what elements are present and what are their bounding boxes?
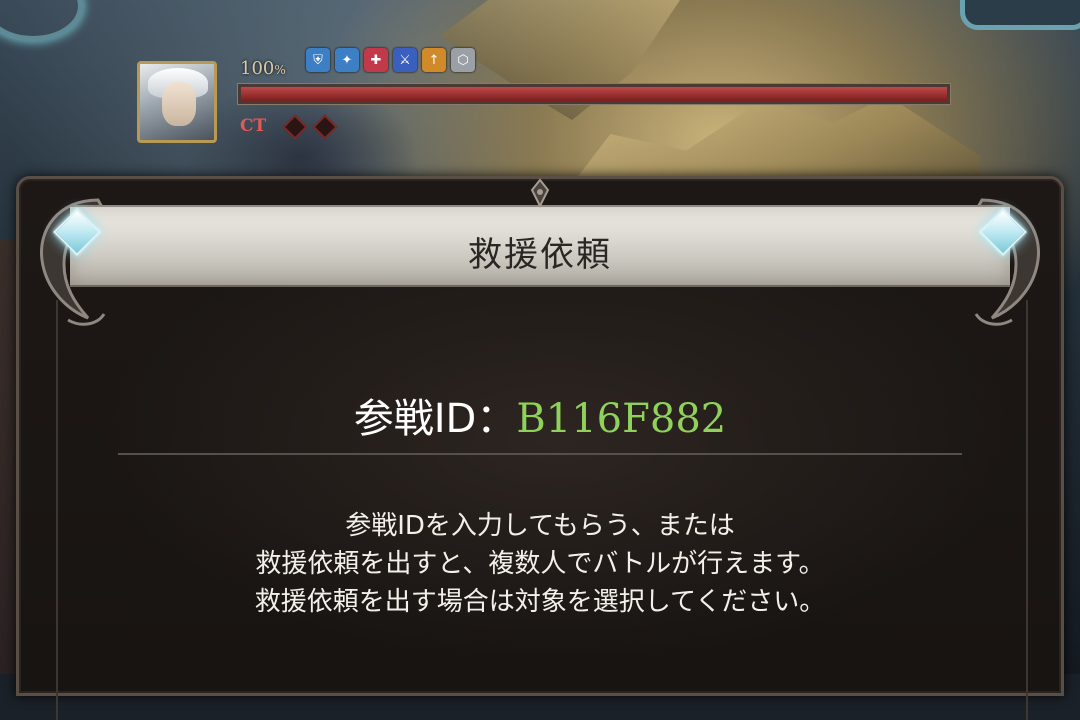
battle-id-line: 参戦ID：B116F882: [0, 386, 1080, 444]
hp-bar: [238, 84, 950, 104]
dialog-title-banner: 救援依頼: [70, 207, 1010, 285]
description-line: 救援依頼を出すと、複数人でバトルが行えます。: [255, 549, 825, 579]
hp-unit: %: [274, 63, 286, 77]
portrait-face: [162, 82, 196, 126]
dialog-title: 救援依頼: [468, 235, 612, 275]
atk-up-red-icon[interactable]: ✚: [364, 48, 388, 72]
hp-percentage: 100%: [240, 58, 286, 79]
character-portrait[interactable]: [137, 61, 217, 143]
description-line: 参戦IDを入力してもらう、または: [345, 511, 735, 541]
hp-value: 100: [240, 58, 275, 79]
dialog-description: 参戦IDを入力してもらう、または 救援依頼を出すと、複数人でバトルが行えます。 …: [0, 507, 1080, 621]
banner-crest-ornament: [530, 178, 550, 209]
battle-id-label: 参戦ID：: [353, 396, 517, 442]
debuff-resist-down-icon[interactable]: ✦: [335, 48, 359, 72]
sword-blue-icon[interactable]: ⚔: [393, 48, 417, 72]
hp-bar-fill: [241, 87, 947, 101]
def-down-icon[interactable]: ⛨: [306, 48, 330, 72]
orange-up-icon[interactable]: ↑: [422, 48, 446, 72]
shield-white-icon[interactable]: ⬡: [451, 48, 475, 72]
description-line: 救援依頼を出す場合は対象を選択してください。: [254, 587, 826, 617]
top-right-menu-button[interactable]: [960, 0, 1080, 30]
battle-id-value[interactable]: B116F882: [516, 396, 726, 442]
ct-label: CT: [240, 116, 267, 136]
dialog-divider: [118, 453, 962, 455]
